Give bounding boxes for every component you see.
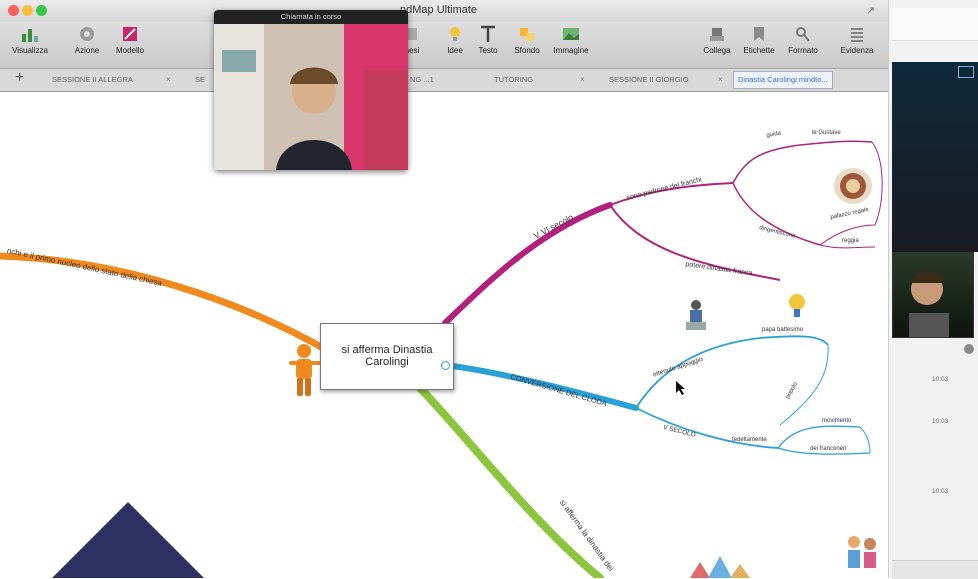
expand-handle[interactable] xyxy=(441,361,450,370)
central-topic-line2: Carolingi xyxy=(365,356,409,368)
purple-leaf-label[interactable]: le Gustave xyxy=(812,130,841,136)
shell-icon xyxy=(840,173,866,199)
castle-icon xyxy=(690,556,750,578)
screen-icon[interactable] xyxy=(958,66,974,78)
mindmap-branches xyxy=(0,140,883,578)
purple-branch-line xyxy=(442,202,613,326)
knight-figure-icon[interactable] xyxy=(680,298,712,334)
remote-video-feed xyxy=(892,62,978,252)
message-time: 10:03 xyxy=(932,488,949,495)
close-panel-icon[interactable] xyxy=(964,344,974,354)
image-thumbnail-icon[interactable] xyxy=(834,168,872,204)
blue-leaf-label[interactable]: papa battesimo xyxy=(762,327,803,333)
mouse-cursor-icon xyxy=(676,381,685,395)
purple-leaf-label[interactable]: reggia xyxy=(842,238,859,244)
blue-leaf-line xyxy=(777,425,861,449)
medal-icon xyxy=(789,294,805,317)
blue-leaf-label[interactable]: fedeltamente xyxy=(732,437,767,443)
central-topic-line1: si afferma Dinastia xyxy=(341,344,433,356)
purple-leaf-line xyxy=(819,244,876,249)
central-topic[interactable]: si afferma Dinastia Carolingi xyxy=(320,323,454,390)
blue-leaf-line xyxy=(859,426,871,454)
blue-leaf-label[interactable]: movimento xyxy=(822,418,851,424)
mascot-icon xyxy=(289,344,321,396)
message-time: 10:03 xyxy=(932,376,949,383)
blue-leaf-line xyxy=(779,344,829,426)
side-panel-header xyxy=(892,8,978,41)
blue-leaf-label[interactable]: dei franconeri xyxy=(810,446,846,452)
navy-triangle-shape xyxy=(52,502,204,578)
purple-leaf-line xyxy=(732,182,821,246)
children-icon xyxy=(848,536,876,568)
video-call-window[interactable] xyxy=(214,10,408,170)
purple-leaf-line xyxy=(871,141,883,226)
orange-branch-line xyxy=(0,252,334,356)
caller-video xyxy=(214,24,408,170)
green-branch-line xyxy=(416,384,604,578)
person-avatar-icon xyxy=(909,271,949,337)
video-call-title: Chiamata in corso xyxy=(280,12,342,21)
self-video-thumbnail xyxy=(892,252,974,338)
side-panel-footer xyxy=(892,560,978,579)
message-time: 10:03 xyxy=(932,418,949,425)
